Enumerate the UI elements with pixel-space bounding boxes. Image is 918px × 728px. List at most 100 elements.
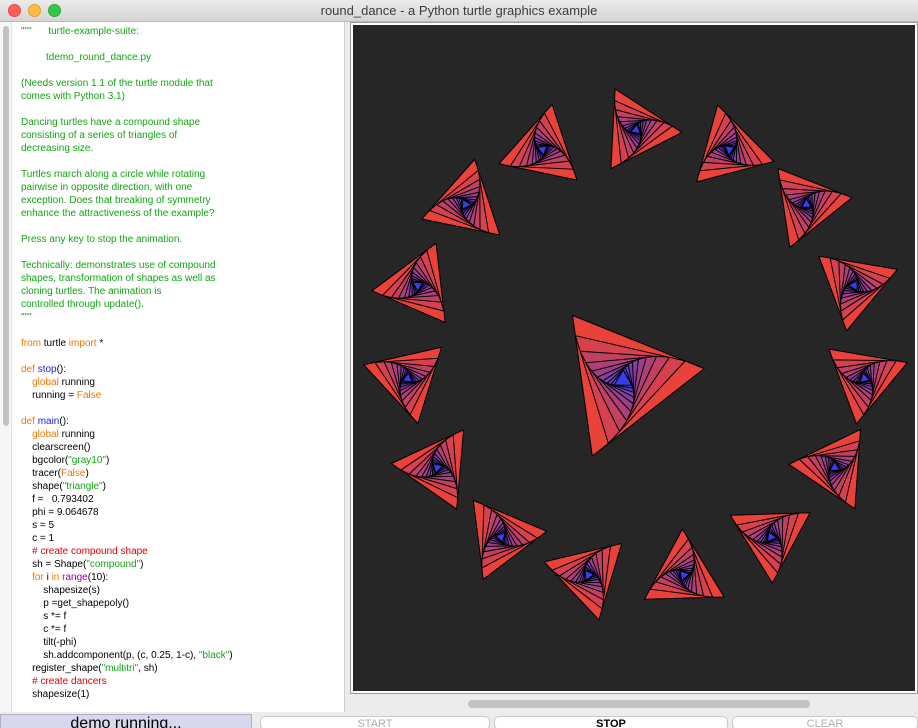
turtle-canvas[interactable] bbox=[353, 25, 915, 691]
code-token: ) bbox=[102, 481, 106, 492]
code-line: Technically: demonstrates use of compoun… bbox=[21, 259, 233, 272]
code-line: from turtle import * bbox=[21, 337, 233, 350]
clear-button[interactable]: CLEAR bbox=[732, 716, 918, 728]
code-token: import bbox=[68, 338, 97, 349]
code-token: c *= f bbox=[21, 624, 67, 635]
title-bar: round_dance - a Python turtle graphics e… bbox=[0, 0, 918, 22]
code-token: tracer( bbox=[21, 468, 62, 479]
code-line: tilt(-phi) bbox=[21, 636, 233, 649]
code-line: enhance the attractiveness of the exampl… bbox=[21, 207, 233, 220]
code-token: tdemo_round_dance.py bbox=[21, 52, 152, 63]
code-token: clearscreen() bbox=[21, 442, 91, 453]
canvas-horizontal-scrollbar[interactable] bbox=[350, 697, 918, 711]
control-bar: demo running... START STOP CLEAR bbox=[0, 712, 918, 728]
editor-scroll-thumb[interactable] bbox=[3, 26, 9, 426]
code-token: range bbox=[62, 572, 88, 583]
code-token: # create compound shape bbox=[21, 546, 148, 557]
dancer-turtle bbox=[787, 428, 862, 510]
code-line: p =get_shapepoly() bbox=[21, 597, 233, 610]
code-token: def bbox=[21, 364, 35, 375]
editor-vertical-scrollbar[interactable] bbox=[0, 22, 12, 712]
code-line: tracer(False) bbox=[21, 467, 233, 480]
dancer-turtle bbox=[695, 104, 775, 183]
code-line: comes with Python 3.1) bbox=[21, 90, 233, 103]
code-token: from bbox=[21, 338, 41, 349]
code-token: "triangle" bbox=[62, 481, 103, 492]
code-token: sh = Shape( bbox=[21, 559, 87, 570]
code-line: def stop(): bbox=[21, 363, 233, 376]
code-token: """ turtle-example-suite: bbox=[21, 26, 139, 37]
dancer-turtle bbox=[543, 542, 623, 621]
code-token: pairwise in opposite direction, with one bbox=[21, 182, 193, 193]
canvas-scroll-thumb[interactable] bbox=[468, 700, 810, 708]
code-token: ) bbox=[229, 650, 233, 661]
code-line: c = 1 bbox=[21, 532, 233, 545]
code-line: phi = 9.064678 bbox=[21, 506, 233, 519]
start-button[interactable]: START bbox=[260, 716, 490, 728]
code-token: shapesize(1) bbox=[21, 689, 90, 700]
code-token: "compound" bbox=[86, 559, 141, 570]
code-token: tilt(-phi) bbox=[21, 637, 77, 648]
code-token: * bbox=[96, 338, 104, 349]
code-token: "black" bbox=[198, 650, 230, 661]
code-token: (): bbox=[59, 416, 69, 427]
dancer-turtle bbox=[729, 512, 811, 584]
code-line: f = 0.793402 bbox=[21, 493, 233, 506]
dancer-turtle bbox=[472, 499, 548, 581]
round-dance-drawing bbox=[362, 88, 909, 621]
code-token: f = 0.793402 bbox=[21, 494, 94, 505]
code-line: Dancing turtles have a compound shape bbox=[21, 116, 233, 129]
code-line: shapes, transformation of shapes as well… bbox=[21, 272, 233, 285]
code-line: sh.addcomponent(p, (c, 0.25, 1-c), "blac… bbox=[21, 649, 233, 662]
code-token: enhance the attractiveness of the exampl… bbox=[21, 208, 215, 219]
code-token: False bbox=[76, 390, 102, 401]
code-token: running = bbox=[21, 390, 77, 401]
code-token: s *= f bbox=[21, 611, 67, 622]
code-token: running bbox=[58, 377, 95, 388]
code-line: c *= f bbox=[21, 623, 233, 636]
dancer-turtle bbox=[498, 103, 578, 181]
code-line: pairwise in opposite direction, with one bbox=[21, 181, 233, 194]
turtle-canvas-frame bbox=[350, 22, 918, 694]
source-code-panel[interactable]: """ turtle-example-suite: tdemo_round_da… bbox=[0, 22, 345, 712]
code-token: comes with Python 3.1) bbox=[21, 91, 125, 102]
code-token: controlled through update(). bbox=[21, 299, 144, 310]
code-token: "multitri" bbox=[101, 663, 139, 674]
dancer-turtle bbox=[362, 346, 443, 425]
code-token: phi = 9.064678 bbox=[21, 507, 99, 518]
code-token: Turtles march along a circle while rotat… bbox=[21, 169, 206, 180]
code-token: , sh) bbox=[138, 663, 158, 674]
code-token: (): bbox=[56, 364, 67, 375]
code-token: (Needs version 1.1 of the turtle module … bbox=[21, 78, 213, 89]
code-token: c = 1 bbox=[21, 533, 55, 544]
dancer-turtle bbox=[371, 242, 446, 324]
code-line: shapesize(s) bbox=[21, 584, 233, 597]
source-code: """ turtle-example-suite: tdemo_round_da… bbox=[21, 25, 233, 701]
code-token: decreasing size. bbox=[21, 143, 94, 154]
code-line: Press any key to stop the animation. bbox=[21, 233, 233, 246]
code-token: Dancing turtles have a compound shape bbox=[21, 117, 201, 128]
code-token: def bbox=[21, 416, 35, 427]
code-token: turtle bbox=[41, 338, 69, 349]
code-line: def main(): bbox=[21, 415, 233, 428]
code-token: i bbox=[43, 572, 52, 583]
code-line: Turtles march along a circle while rotat… bbox=[21, 168, 233, 181]
code-line: """ bbox=[21, 311, 233, 324]
code-line: (Needs version 1.1 of the turtle module … bbox=[21, 77, 233, 90]
code-line: global running bbox=[21, 376, 233, 389]
app-window: round_dance - a Python turtle graphics e… bbox=[0, 0, 918, 728]
code-line: cloning turtles. The animation is bbox=[21, 285, 233, 298]
code-token: shapesize(s) bbox=[21, 585, 100, 596]
code-line: shapesize(1) bbox=[21, 688, 233, 701]
code-token: # create dancers bbox=[21, 676, 107, 687]
stop-button[interactable]: STOP bbox=[494, 716, 728, 728]
dancer-turtle bbox=[643, 528, 726, 600]
dancer-turtle bbox=[818, 255, 899, 332]
